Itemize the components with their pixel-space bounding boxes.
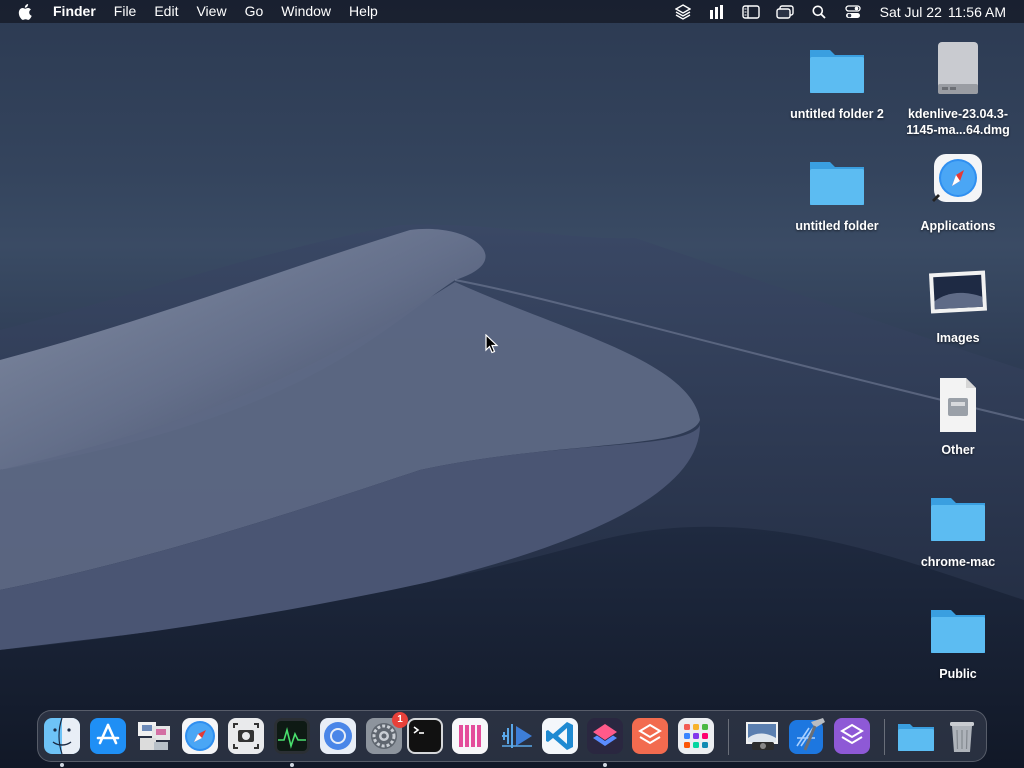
dock-screenshot[interactable]: [226, 716, 266, 756]
mouse-cursor-icon: [485, 334, 499, 354]
running-indicator: [60, 763, 64, 767]
folder-icon: [898, 724, 934, 751]
desktop-icon-chrome-mac[interactable]: chrome-mac: [903, 486, 1013, 570]
dock: 1: [37, 710, 987, 767]
dock-columns[interactable]: [450, 716, 490, 756]
dock-chromium[interactable]: [318, 716, 358, 756]
chromium-icon: [320, 718, 356, 754]
control-center-icon[interactable]: [844, 3, 862, 21]
menu-bar: Finder File Edit View Go Window Help Sat…: [0, 0, 1024, 23]
dock-separator: [728, 719, 729, 755]
folder-icon: [810, 162, 864, 205]
desktop-icon-untitled-folder[interactable]: untitled folder: [782, 150, 892, 234]
folder-icon: [810, 50, 864, 93]
menu-clock[interactable]: Sat Jul 22 11:56 AM: [870, 4, 1024, 20]
dock-vscode[interactable]: [540, 716, 580, 756]
clock-date: Sat Jul 22: [879, 3, 942, 20]
dock-downloads-folder[interactable]: [896, 716, 936, 756]
trash-icon: [950, 722, 974, 752]
xcode-icon: [789, 718, 825, 754]
dock-separator: [884, 719, 885, 755]
launchpad-icon: [678, 718, 714, 754]
dock-affinity-designer[interactable]: [832, 716, 872, 756]
activity-monitor-icon: [274, 718, 310, 754]
stats-icon[interactable]: [708, 3, 726, 21]
desktop-icon-label: untitled folder 2: [790, 107, 884, 121]
desktop-icon-public[interactable]: Public: [903, 598, 1013, 682]
search-icon[interactable]: [810, 3, 828, 21]
dock-system-settings[interactable]: 1: [364, 712, 408, 756]
dock-terminal[interactable]: [405, 716, 445, 756]
desktop-icon-kdenlive-dmg[interactable]: kdenlive-23.04.3-1145-ma...64.dmg: [903, 38, 1013, 138]
photo-icon: [928, 270, 988, 314]
desktop[interactable]: Finder File Edit View Go Window Help Sat…: [0, 0, 1024, 768]
desktop-icon-label: Images: [936, 331, 980, 345]
sidebar-icon[interactable]: [741, 3, 760, 21]
desktop-icon-label: chrome-mac: [920, 555, 996, 569]
folder-icon: [931, 498, 985, 541]
columns-icon: [452, 718, 488, 754]
windows-icon[interactable]: [775, 3, 794, 21]
desktop-icon-label: Other: [941, 443, 975, 457]
desktop-icon-label: kdenlive-23.04.3-1145-ma...64.dmg: [906, 107, 1010, 137]
menu-app-name[interactable]: Finder: [44, 0, 105, 23]
vscode-icon: [542, 718, 578, 754]
running-indicator: [603, 763, 607, 767]
desktop-icon-label: untitled folder: [795, 219, 879, 233]
apple-menu-icon[interactable]: [0, 3, 44, 20]
photos-viewer-icon: [746, 722, 778, 750]
desktop-icon-images[interactable]: Images: [903, 262, 1013, 346]
screenshot-icon: [228, 718, 264, 754]
dock-app-store[interactable]: [88, 716, 128, 756]
app-store-icon: [90, 718, 126, 754]
desktop-icon-untitled-folder-2[interactable]: untitled folder 2: [782, 38, 892, 122]
layers-purple-icon: [834, 718, 870, 754]
dock-activity-monitor[interactable]: [272, 716, 312, 767]
kdenlive-icon: [502, 724, 532, 748]
desktop-icon-label: Public: [939, 667, 977, 681]
menu-file[interactable]: File: [105, 0, 146, 23]
dock-kdenlive[interactable]: [496, 716, 536, 756]
terminal-icon: [407, 718, 443, 754]
menu-edit[interactable]: Edit: [145, 0, 187, 23]
dock-finder[interactable]: [42, 716, 82, 767]
dock-shortcuts[interactable]: [585, 716, 625, 767]
disk-image-icon: [938, 42, 978, 94]
running-indicator: [290, 763, 294, 767]
layers-icon[interactable]: [674, 3, 692, 21]
safari-alias-icon: [932, 154, 982, 202]
document-icon: [940, 378, 976, 432]
preview-icon: [138, 722, 170, 750]
safari-icon: [182, 718, 218, 754]
desktop-icon-applications[interactable]: Applications: [903, 150, 1013, 234]
desktop-icon-label: Applications: [920, 219, 996, 233]
menu-go[interactable]: Go: [236, 0, 273, 23]
menu-window[interactable]: Window: [272, 0, 340, 23]
folder-icon: [931, 610, 985, 653]
desktop-icon-other[interactable]: Other: [903, 374, 1013, 458]
dock-xcode[interactable]: [787, 716, 827, 756]
finder-icon: [44, 717, 80, 755]
dock-safari[interactable]: [180, 716, 220, 756]
dock-photo-viewer[interactable]: [742, 716, 782, 756]
dock-affinity[interactable]: [630, 716, 670, 756]
dock-launchpad[interactable]: [676, 716, 716, 756]
clock-time: 11:56 AM: [947, 3, 1006, 20]
shortcuts-icon: [587, 718, 623, 754]
dock-preview[interactable]: [134, 716, 174, 756]
layers-app-icon: [632, 718, 668, 754]
menu-view[interactable]: View: [187, 0, 235, 23]
menu-help[interactable]: Help: [340, 0, 387, 23]
dock-trash[interactable]: [942, 716, 982, 756]
